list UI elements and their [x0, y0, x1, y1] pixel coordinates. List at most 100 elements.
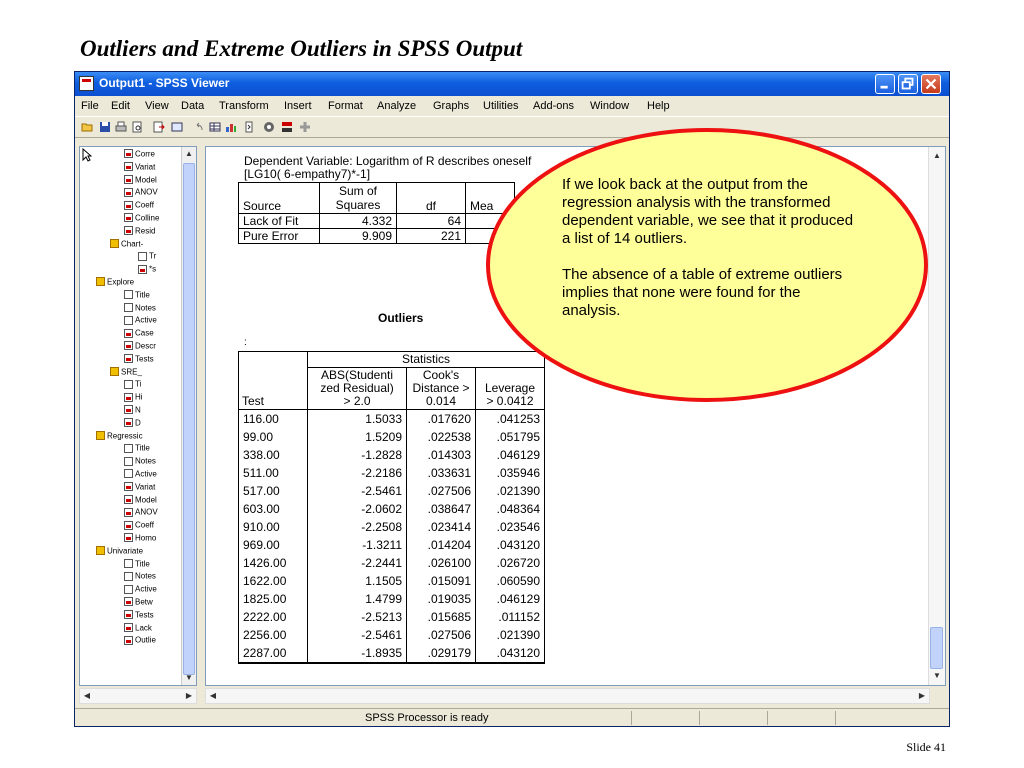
- outline-item[interactable]: Coeff: [124, 200, 154, 211]
- goto-data-icon[interactable]: [209, 121, 221, 133]
- outline-item[interactable]: Active: [124, 315, 157, 326]
- designate-window-icon[interactable]: [263, 121, 275, 133]
- menu-insert[interactable]: Insert: [284, 100, 312, 112]
- outline-scroll-up-icon[interactable]: ▲: [182, 147, 196, 161]
- outline-item[interactable]: Outlie: [124, 635, 156, 646]
- menu-edit[interactable]: Edit: [111, 100, 130, 112]
- outline-item-label: ANOV: [135, 187, 158, 197]
- output-scroll-right-icon[interactable]: ▶: [915, 689, 929, 703]
- menu-analyze[interactable]: Analyze: [377, 100, 416, 112]
- open-folder-icon[interactable]: [81, 121, 93, 133]
- minimize-button[interactable]: [875, 74, 895, 94]
- output-vertical-scrollbar[interactable]: ▲ ▼: [928, 147, 945, 685]
- outline-item[interactable]: ANOV: [124, 507, 158, 518]
- outline-item[interactable]: Regressic: [96, 430, 143, 442]
- outline-item[interactable]: Chart-: [110, 238, 143, 250]
- mouse-pointer-icon: [82, 148, 92, 162]
- outline-item[interactable]: SRE_: [110, 366, 142, 378]
- table-icon: [124, 174, 133, 184]
- outline-item[interactable]: Active: [124, 584, 157, 595]
- anova-header-df: df: [396, 182, 466, 214]
- outline-item[interactable]: Corre: [124, 149, 155, 160]
- outline-scroll-right-icon[interactable]: ▶: [182, 689, 196, 703]
- outline-item[interactable]: Explore: [96, 277, 134, 288]
- outline-item[interactable]: Tr: [138, 251, 156, 262]
- outline-item[interactable]: Title: [124, 558, 150, 570]
- undo-icon[interactable]: [193, 121, 205, 133]
- outline-scrollbar[interactable]: ▲ ▼: [181, 147, 196, 685]
- outline-scroll-left-icon[interactable]: ◀: [80, 689, 94, 703]
- menu-window[interactable]: Window: [590, 100, 629, 112]
- outline-item[interactable]: Homo: [124, 533, 156, 544]
- menu-file[interactable]: File: [81, 100, 99, 112]
- outline-item[interactable]: Model: [124, 494, 157, 506]
- print-icon[interactable]: [115, 121, 127, 133]
- outline-item-label: Tests: [135, 610, 154, 620]
- menu-view[interactable]: View: [145, 100, 169, 112]
- outline-item[interactable]: Title: [124, 290, 150, 301]
- outline-item[interactable]: Tests: [124, 354, 154, 365]
- outline-item-label: SRE_: [121, 366, 142, 376]
- outline-item-label: Resid: [135, 226, 156, 236]
- outline-item[interactable]: Betw: [124, 597, 153, 608]
- document-icon: [124, 379, 133, 389]
- outline-item[interactable]: Variat: [124, 482, 155, 493]
- outline-item[interactable]: N: [124, 405, 141, 416]
- menu-utilities[interactable]: Utilities: [483, 100, 518, 112]
- menu-help[interactable]: Help: [647, 100, 670, 112]
- outline-item-label: Title: [135, 443, 150, 453]
- table-cell: .046129: [475, 590, 545, 608]
- goto-case-icon[interactable]: [225, 121, 237, 133]
- outline-item[interactable]: Notes: [124, 456, 156, 467]
- print-preview-icon[interactable]: [131, 121, 143, 133]
- outline-item[interactable]: Hi: [124, 392, 143, 403]
- outline-horizontal-scrollbar[interactable]: ◀ ▶: [79, 688, 197, 704]
- outline-scroll-down-icon[interactable]: ▼: [182, 671, 196, 685]
- outline-item[interactable]: Descr: [124, 341, 156, 352]
- outline-item[interactable]: Colline: [124, 213, 159, 224]
- table-cell: 1825.00: [238, 590, 308, 608]
- dialog-recall-icon[interactable]: [171, 121, 183, 133]
- outline-item[interactable]: Model: [124, 174, 157, 186]
- insert-heading-icon[interactable]: [281, 121, 293, 133]
- output-scroll-left-icon[interactable]: ◀: [206, 689, 220, 703]
- outline-item[interactable]: D: [124, 418, 141, 429]
- table-icon: [124, 622, 133, 632]
- export-icon[interactable]: [153, 121, 165, 133]
- output-scroll-thumb[interactable]: [930, 627, 943, 669]
- variables-icon[interactable]: [243, 121, 255, 133]
- outline-item[interactable]: Ti: [124, 379, 141, 390]
- menu-data[interactable]: Data: [181, 100, 204, 112]
- outline-item[interactable]: Lack: [124, 622, 152, 634]
- save-icon[interactable]: [99, 121, 111, 133]
- cooks-header-line-3: 0.014: [425, 394, 457, 408]
- output-scroll-down-icon[interactable]: ▼: [930, 669, 944, 683]
- menu-add-ons[interactable]: Add-ons: [533, 100, 574, 112]
- outline-item[interactable]: Notes: [124, 302, 156, 314]
- outline-item[interactable]: Active: [124, 469, 157, 480]
- menu-format[interactable]: Format: [328, 100, 363, 112]
- outline-item[interactable]: Coeff: [124, 520, 154, 531]
- outline-item[interactable]: Title: [124, 443, 150, 454]
- outline-scroll-thumb[interactable]: [183, 163, 195, 675]
- outline-item[interactable]: Resid: [124, 226, 155, 237]
- table-icon: [124, 635, 133, 645]
- outline-item[interactable]: ANOV: [124, 187, 158, 198]
- output-horizontal-scrollbar[interactable]: ◀ ▶: [205, 688, 930, 704]
- anova-source: Lack of Fit: [238, 213, 320, 229]
- menu-transform[interactable]: Transform: [219, 100, 269, 112]
- outline-item[interactable]: Variat: [124, 162, 155, 173]
- add-item-icon[interactable]: [299, 121, 311, 133]
- restore-button[interactable]: [898, 74, 918, 94]
- menu-graphs[interactable]: Graphs: [433, 100, 469, 112]
- outline-item[interactable]: Tests: [124, 610, 154, 621]
- horizontal-scrollbars: ◀ ▶ ◀ ▶: [75, 686, 949, 706]
- outline-item[interactable]: Univariate: [96, 546, 143, 557]
- outline-item[interactable]: Notes: [124, 571, 156, 582]
- title-bar[interactable]: Output1 - SPSS Viewer: [75, 72, 949, 96]
- outline-item[interactable]: Case: [124, 328, 154, 339]
- close-button[interactable]: [921, 74, 941, 94]
- outline-item[interactable]: *s: [138, 264, 156, 275]
- outliers-header-cooks: Cook's Distance > 0.014: [406, 367, 476, 410]
- output-scroll-up-icon[interactable]: ▲: [930, 149, 944, 163]
